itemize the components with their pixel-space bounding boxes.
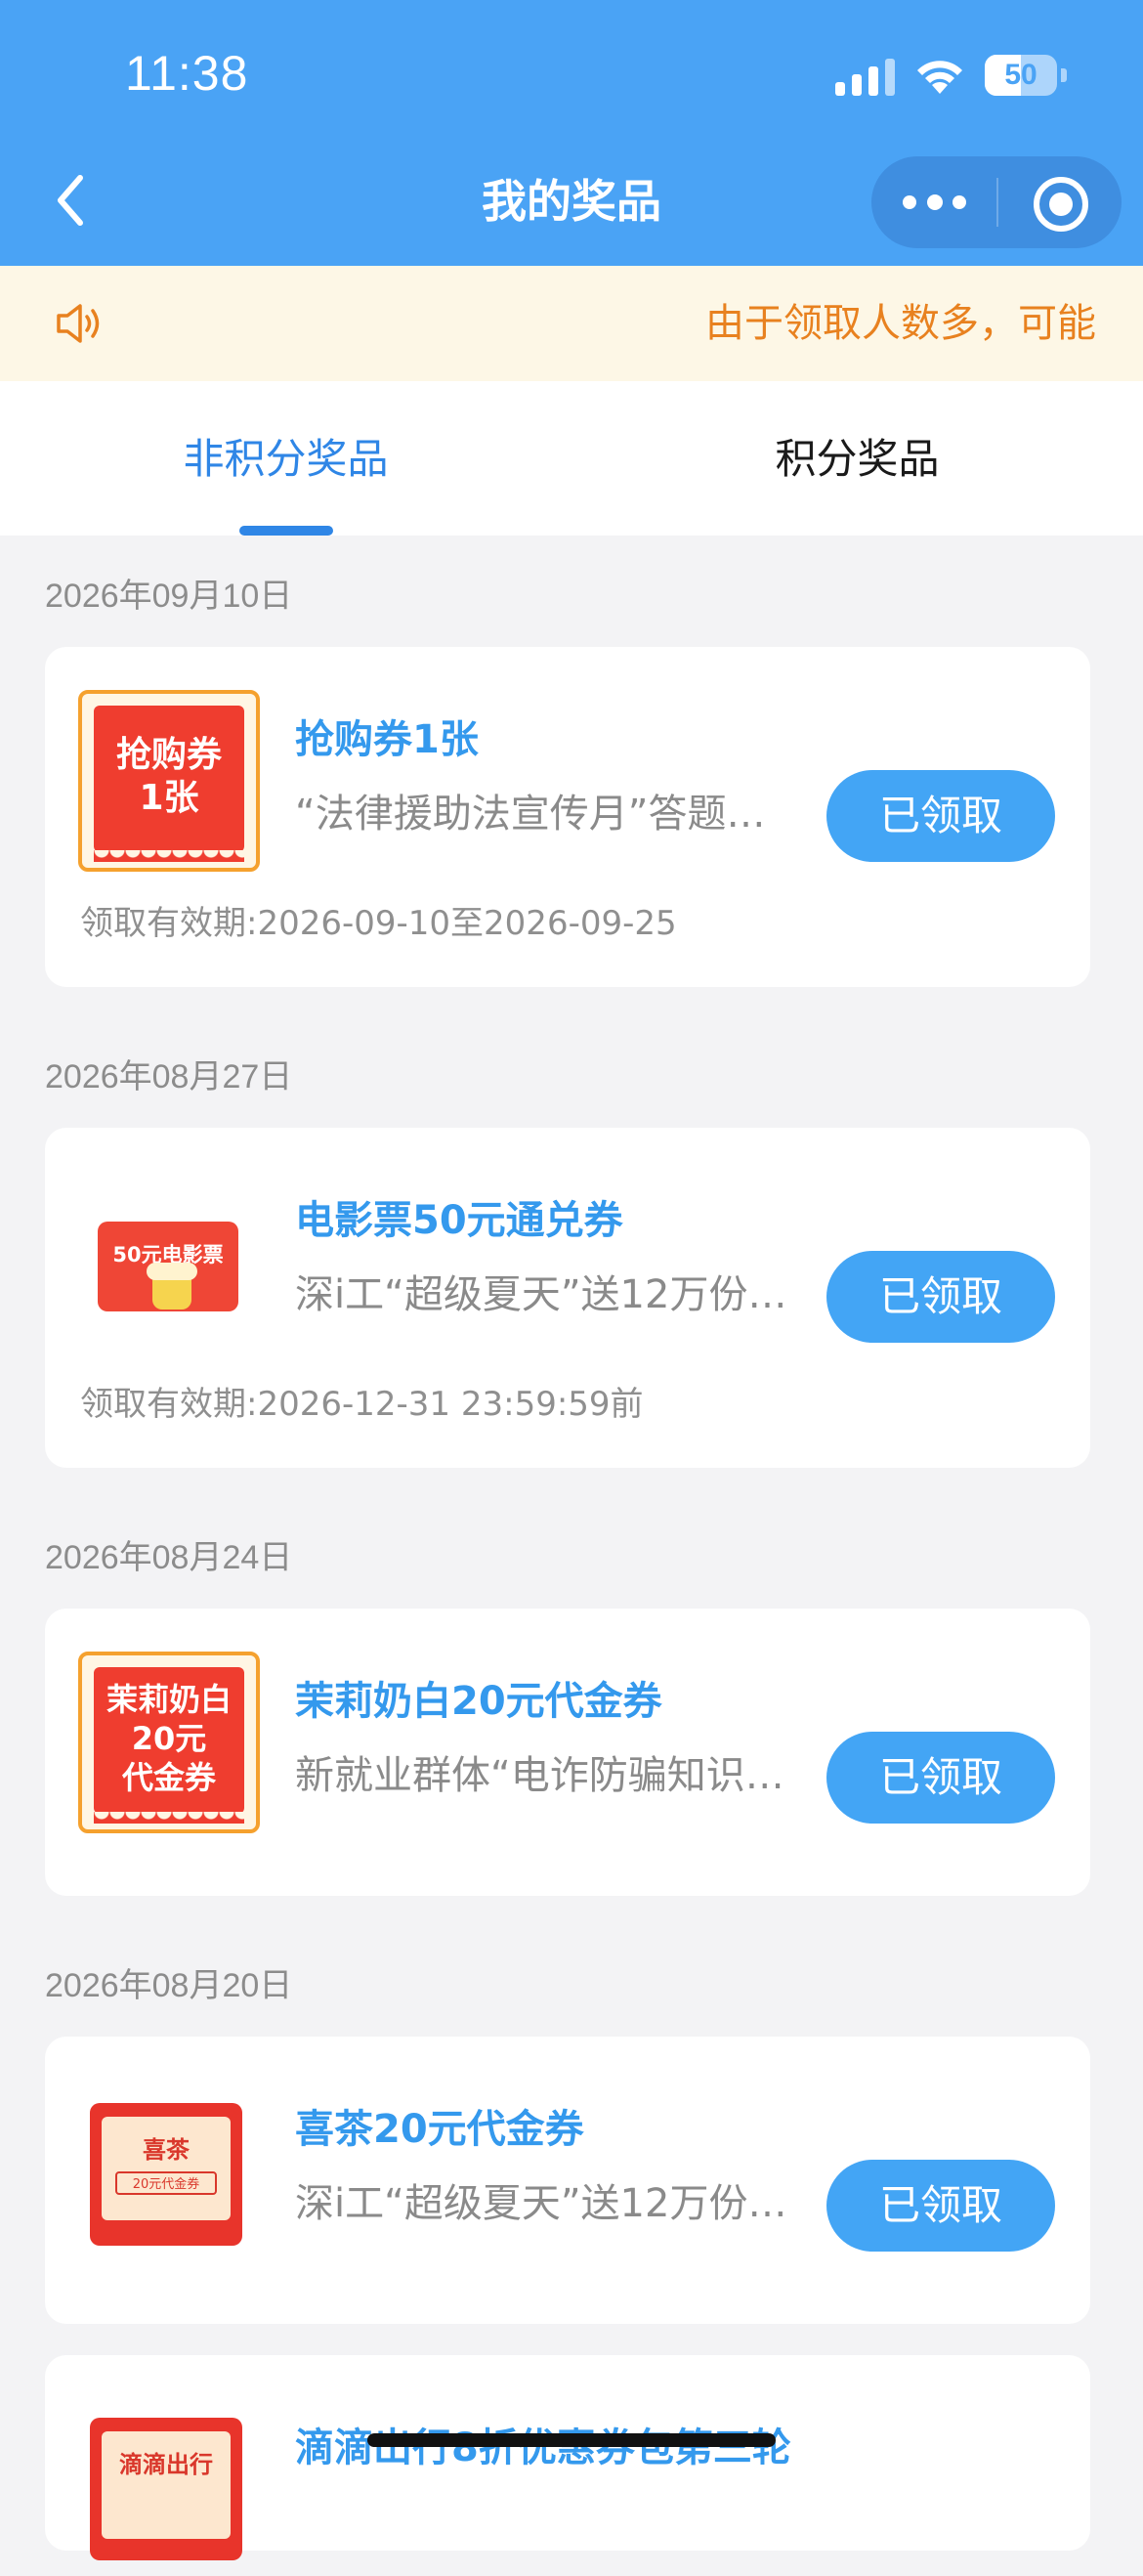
prize-thumbnail: 茉莉奶白 20元 代金券 <box>78 1652 260 1833</box>
prize-card[interactable]: 茉莉奶白 20元 代金券 茉莉奶白20元代金券 新就业群体“电诈防骗知识… 已领… <box>45 1609 1090 1896</box>
more-options-button[interactable] <box>871 156 996 248</box>
prize-title: 茉莉奶白20元代金券 <box>295 1679 662 1724</box>
prize-thumbnail: 滴滴出行 <box>78 2394 260 2576</box>
close-miniprogram-button[interactable] <box>996 156 1122 248</box>
claimed-button[interactable]: 已领取 <box>826 770 1055 862</box>
prize-date: 2026年08月20日 <box>45 1967 293 2004</box>
battery-level: 50 <box>1004 59 1037 91</box>
prize-title: 电影票50元通兑券 <box>295 1198 623 1243</box>
claimed-button[interactable]: 已领取 <box>826 2160 1055 2252</box>
notice-banner: 由于领取人数多，可能 <box>0 266 1143 381</box>
prize-thumbnail: 喜茶 20元代金券 <box>78 2080 260 2261</box>
didi-voucher-image: 滴滴出行 <box>90 2418 242 2560</box>
prize-title: 喜茶20元代金券 <box>295 2107 584 2152</box>
wifi-icon <box>917 61 962 94</box>
prize-validity: 领取有效期:2026-12-31 23:59:59前 <box>80 1385 644 1424</box>
voucher-image: 抢购券 1张 <box>78 690 260 872</box>
prize-validity: 领取有效期:2026-09-10至2026-09-25 <box>80 904 677 943</box>
popcorn-icon <box>147 1263 197 1309</box>
prize-date: 2026年09月10日 <box>45 578 293 615</box>
voucher-image: 茉莉奶白 20元 代金券 <box>78 1652 260 1833</box>
cellular-signal-icon <box>835 59 896 96</box>
navigation-bar: 我的奖品 <box>0 137 1143 266</box>
prize-title: 抢购券1张 <box>295 717 479 762</box>
speaker-icon <box>57 304 100 343</box>
voucher-image-text: 抢购券 1张 <box>115 735 222 818</box>
prize-card[interactable]: 喜茶 20元代金券 喜茶20元代金券 深i工“超级夏天”送12万份… 已领取 <box>45 2037 1090 2324</box>
battery-icon: 50 <box>985 55 1057 96</box>
miniprogram-capsule <box>871 156 1122 248</box>
prize-description: 新就业群体“电诈防骗知识… <box>295 1753 784 1798</box>
back-arrow-icon[interactable] <box>39 166 107 235</box>
tab-points-prizes[interactable]: 积分奖品 <box>572 381 1143 536</box>
prize-thumbnail: 抢购券 1张 <box>78 690 260 872</box>
prize-description: “法律援助法宣传月”答题… <box>295 792 766 837</box>
claimed-button[interactable]: 已领取 <box>826 1732 1055 1824</box>
voucher-image-text: 茉莉奶白 20元 代金券 <box>106 1681 232 1796</box>
prize-description: 深i工“超级夏天”送12万份… <box>295 2181 787 2226</box>
prize-description: 深i工“超级夏天”送12万份… <box>295 1272 787 1317</box>
prize-card[interactable]: 50元电影票 电影票50元通兑券 深i工“超级夏天”送12万份… 已领取 领取有… <box>45 1128 1090 1468</box>
notice-text: 由于领取人数多，可能 <box>705 301 1096 346</box>
battery-cap <box>1061 68 1067 82</box>
prize-card[interactable]: 滴滴出行 滴滴出行8折优惠券包第三轮 <box>45 2355 1090 2560</box>
heytea-voucher-image: 喜茶 20元代金券 <box>90 2103 242 2246</box>
prize-date: 2026年08月24日 <box>45 1539 293 1576</box>
home-indicator <box>367 2433 776 2447</box>
active-tab-indicator <box>239 526 333 536</box>
prize-date: 2026年08月27日 <box>45 1058 293 1095</box>
status-time: 11:38 <box>125 46 249 101</box>
status-bar: 11:38 50 <box>0 0 1143 137</box>
heytea-image-title: 喜茶 <box>143 2136 190 2164</box>
claimed-button[interactable]: 已领取 <box>826 1251 1055 1343</box>
tab-bar: 非积分奖品 积分奖品 <box>0 381 1143 536</box>
heytea-image-tag: 20元代金券 <box>115 2171 217 2195</box>
prize-thumbnail: 50元电影票 <box>78 1171 260 1352</box>
prize-card[interactable]: 抢购券 1张 抢购券1张 “法律援助法宣传月”答题… 已领取 领取有效期:202… <box>45 647 1090 987</box>
movie-ticket-image: 50元电影票 <box>98 1222 238 1311</box>
tab-non-points-prizes[interactable]: 非积分奖品 <box>0 381 572 536</box>
